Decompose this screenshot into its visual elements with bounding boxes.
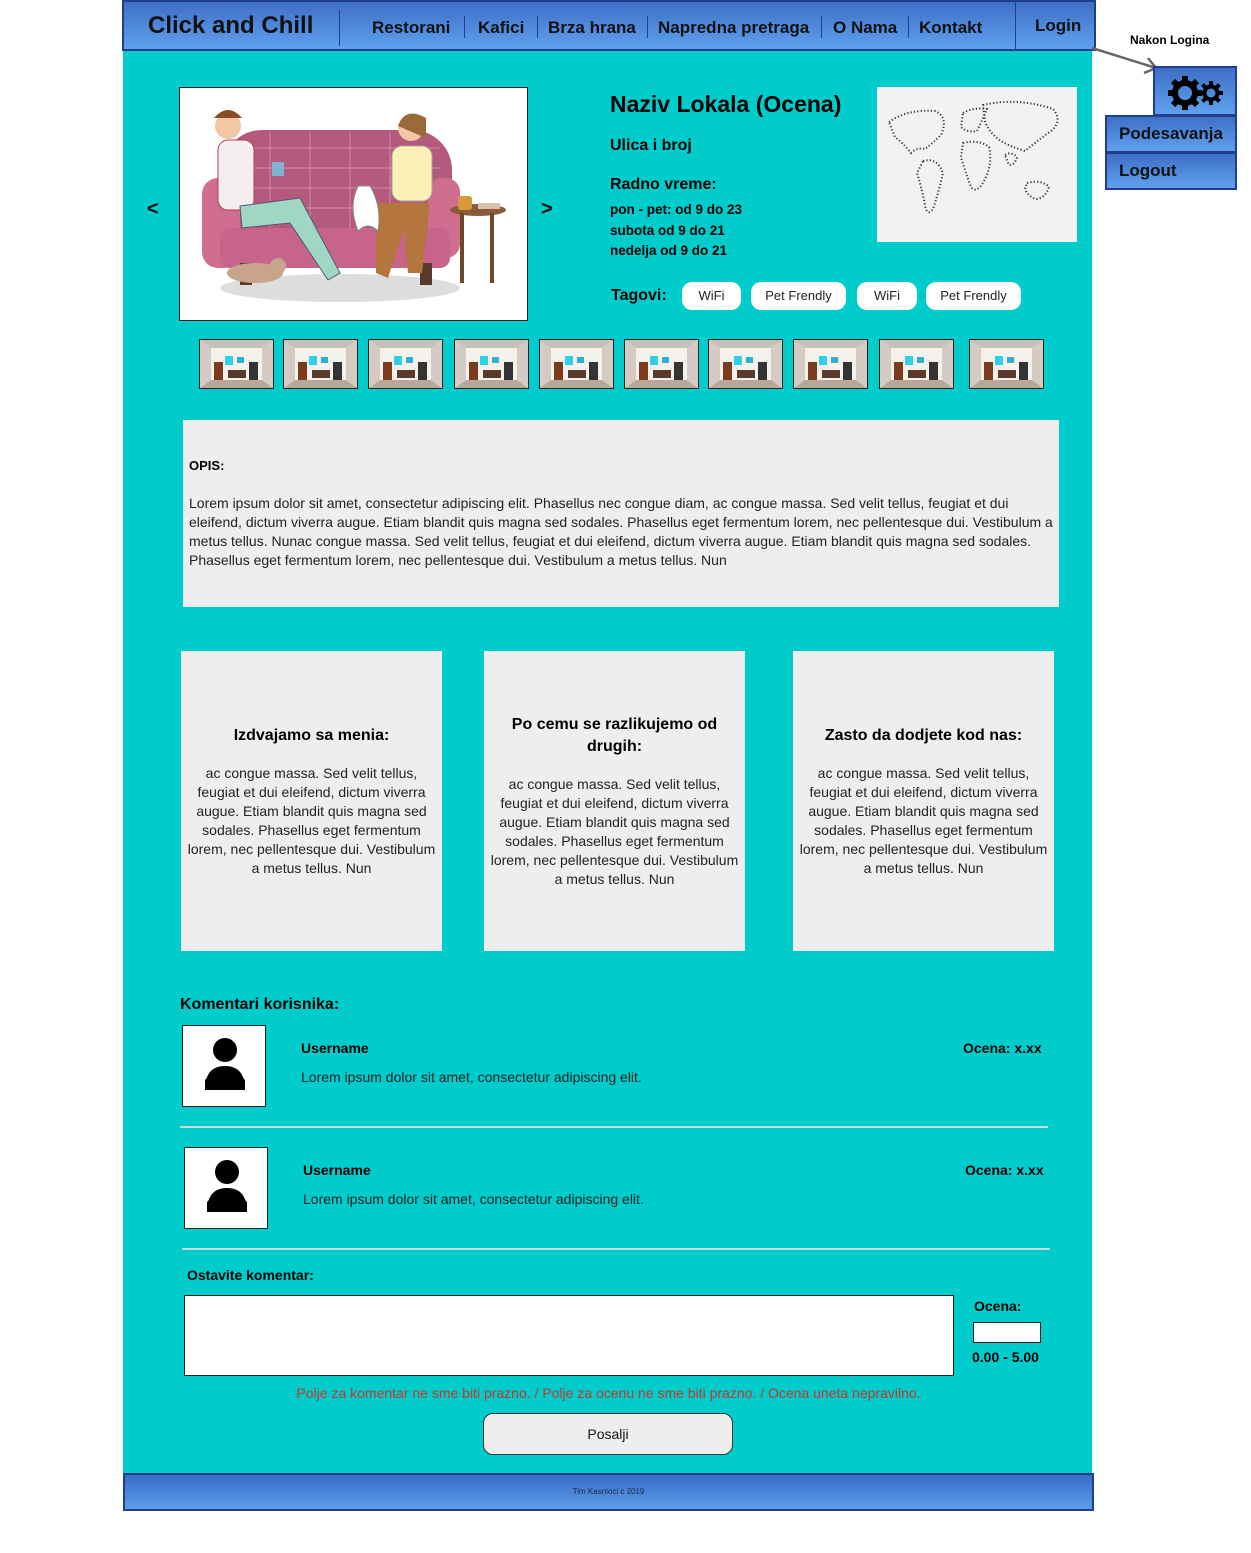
user-icon [205,1038,245,1090]
feature-card-text: ac congue massa. Sed velit tellus, feugi… [187,764,436,876]
tag-chip[interactable]: Pet Frendly [751,282,846,310]
brand-logo[interactable]: Click and Chill [148,12,313,40]
nav-brza-hrana[interactable]: Brza hrana [548,18,636,38]
top-navbar: Click and Chill Restorani Kafici Brza hr… [122,0,1096,51]
feature-card: Po cemu se razlikujemo od drugih: ac con… [484,651,745,951]
room-thumbnail-icon [369,340,442,388]
tag-chip[interactable]: WiFi [857,282,917,310]
hours-line: nedelja od 9 do 21 [610,243,728,258]
room-thumbnail-icon [540,340,613,388]
nav-divider [908,16,909,38]
venue-main-photo [179,87,528,321]
room-thumbnail-icon [794,340,867,388]
settings-gear-button[interactable] [1153,66,1237,116]
thumbnail-image[interactable] [539,339,614,389]
feature-card-title: Po cemu se razlikujemo od drugih: [511,715,718,755]
room-thumbnail-icon [455,340,528,388]
thumbnail-image[interactable] [969,339,1044,389]
send-button[interactable]: Posalji [483,1413,733,1455]
tag-chip[interactable]: Pet Frendly [926,282,1021,310]
feature-card-title: Izdvajamo sa menia: [233,726,390,744]
nav-kontakt[interactable]: Kontakt [919,18,982,38]
comment-divider [180,1126,1048,1128]
menu-logout[interactable]: Logout [1105,152,1237,190]
thumbnail-image[interactable] [454,339,529,389]
slider-next-button[interactable]: > [541,198,553,221]
nav-divider [339,10,340,46]
hours-line: pon - pet: od 9 do 23 [610,202,742,217]
description-title: OPIS: [189,458,225,473]
venue-address: Ulica i broj [610,137,692,154]
room-thumbnail-icon [880,340,953,388]
comment-rating: Ocena: x.xx [963,1040,1042,1056]
room-thumbnail-icon [709,340,782,388]
slider-prev-button[interactable]: < [147,198,159,221]
leave-comment-title: Ostavite komentar: [187,1267,314,1283]
gears-icon [1168,76,1223,110]
thumbnail-image[interactable] [793,339,868,389]
room-thumbnail-icon [284,340,357,388]
venue-name: Naziv Lokala (Ocena) [610,91,842,117]
comment-username: Username [301,1040,369,1056]
world-map[interactable] [877,87,1077,242]
nav-restorani[interactable]: Restorani [372,18,450,38]
comment-username: Username [303,1162,371,1178]
annotation-arrow [1091,46,1159,75]
nav-divider [821,16,822,38]
comment-textarea[interactable] [184,1295,954,1376]
user-avatar [182,1025,266,1107]
nav-napredna-pretraga[interactable]: Napredna pretraga [658,18,809,38]
nav-divider [647,16,648,38]
rating-label: Ocena: [974,1298,1022,1314]
feature-card-text: ac congue massa. Sed velit tellus, feugi… [799,764,1048,876]
room-thumbnail-icon [970,340,1043,388]
couple-on-sofa-illustration [202,110,506,302]
tag-chip[interactable]: WiFi [682,282,741,310]
comments-title: Komentari korisnika: [180,996,340,1013]
login-link[interactable]: Login [1035,16,1081,36]
comment-rating: Ocena: x.xx [965,1162,1044,1178]
room-thumbnail-icon [625,340,698,388]
nav-o-nama[interactable]: O Nama [833,18,897,38]
comment-text: Lorem ipsum dolor sit amet, consectetur … [303,1191,644,1207]
rating-range-hint: 0.00 - 5.00 [972,1349,1039,1365]
hours-title: Radno vreme: [610,176,717,193]
description-text: Lorem ipsum dolor sit amet, consectetur … [189,495,1053,568]
description-panel: OPIS: Lorem ipsum dolor sit amet, consec… [183,420,1059,607]
comment-divider [182,1248,1050,1250]
validation-error: Polje za komentar ne sme biti prazno. / … [296,1385,921,1401]
thumbnail-image[interactable] [199,339,274,389]
user-icon [207,1160,247,1212]
feature-card-text: ac congue massa. Sed velit tellus, feugi… [490,775,739,887]
user-avatar [184,1147,268,1229]
nav-divider [464,16,465,38]
rating-input[interactable] [973,1322,1041,1343]
thumbnail-image[interactable] [624,339,699,389]
comment-text: Lorem ipsum dolor sit amet, consectetur … [301,1069,642,1085]
thumbnail-image[interactable] [708,339,783,389]
thumbnail-image[interactable] [879,339,954,389]
footer: Tim Kasnioci c 2019 [123,1473,1094,1511]
feature-card: Zasto da dodjete kod nas: ac congue mass… [793,651,1054,951]
nav-kafici[interactable]: Kafici [478,18,524,38]
world-map-image [887,100,1059,214]
nav-divider [537,16,538,38]
menu-settings[interactable]: Podesavanja [1105,115,1237,153]
room-thumbnail-icon [200,340,273,388]
feature-card: Izdvajamo sa menia: ac congue massa. Sed… [181,651,442,951]
nav-divider [1015,2,1016,51]
thumbnail-image[interactable] [368,339,443,389]
feature-card-title: Zasto da dodjete kod nas: [824,726,1023,744]
hours-line: subota od 9 do 21 [610,223,725,238]
thumbnail-image[interactable] [283,339,358,389]
tags-label: Tagovi: [611,287,667,304]
footer-copyright: Tim Kasnioci c 2019 [572,1487,645,1496]
